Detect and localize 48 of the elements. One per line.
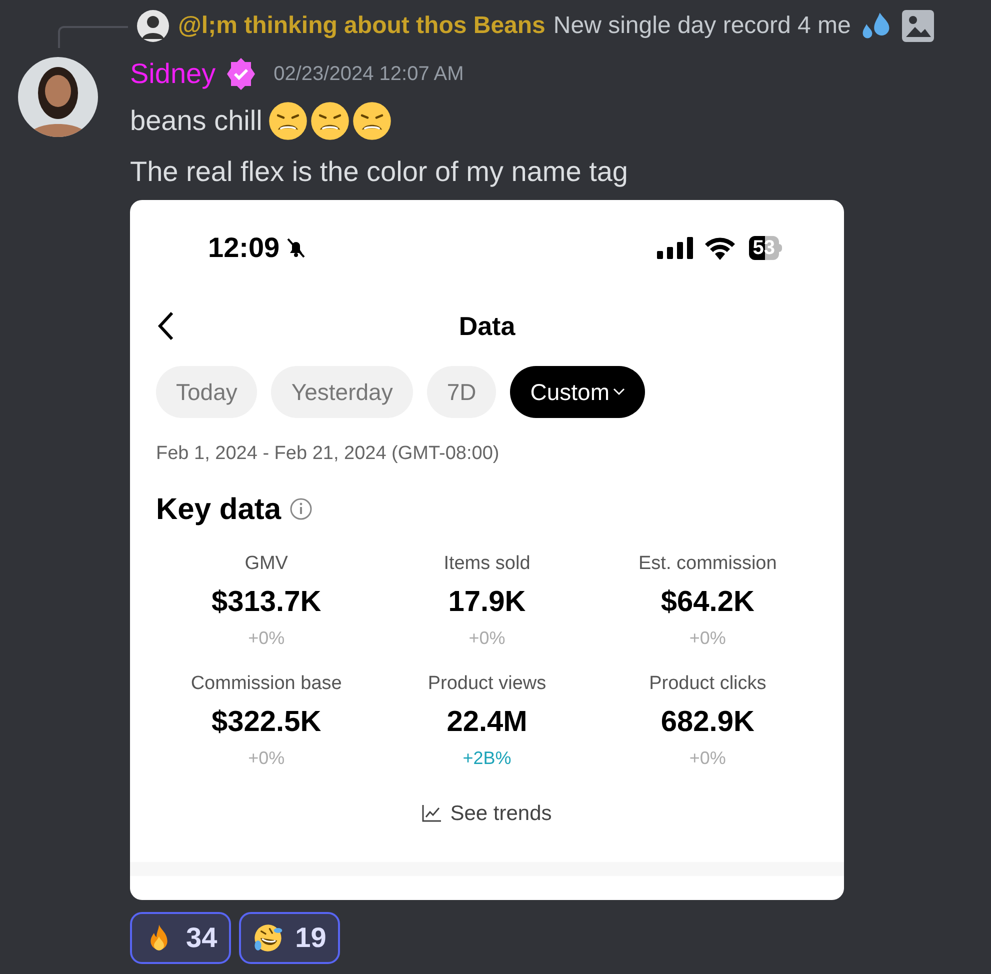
weary-face-emoji-icon [310,101,350,141]
metric-label: Product clicks [649,672,766,696]
metric-change: +0% [248,626,285,650]
metric-label: Commission base [190,672,342,696]
metric-change: +0% [468,626,506,650]
metric-value: 22.4M [446,704,528,740]
metric-value: $64.2K [660,584,754,620]
reply-author[interactable]: @l;m thinking about thos Beans [178,8,546,44]
avatar-icon [136,9,170,43]
reply-connector [58,26,128,48]
metric-value: 17.9K [448,584,526,620]
message-text: The real flex is the color of my name tag [130,155,629,189]
see-trends-link[interactable]: See trends [422,798,552,829]
reaction-button[interactable]: 19 [239,912,340,964]
timestamp: 02/23/2024 12:07 AM [274,62,464,87]
page-title: Data [458,310,516,342]
metric-change: +2B% [462,746,512,770]
date-tab[interactable]: Today [156,366,258,418]
info-icon [289,497,314,521]
wifi-icon [702,236,737,260]
back-icon[interactable] [156,311,176,341]
date-tab[interactable]: Yesterday [271,366,413,418]
metric-value: $313.7K [212,584,322,620]
metric-label: Items sold [444,552,530,576]
line-chart-icon [422,804,442,822]
metric-value: 682.9K [660,704,754,740]
date-tab[interactable]: 7D [426,366,496,418]
signal-icon [656,237,695,259]
date-tab[interactable]: Custom [510,366,646,418]
message-text: beans chill [130,104,262,138]
metric-value: $322.5K [212,704,322,740]
username[interactable]: Sidney [130,53,216,95]
laughing-tears-emoji-icon [253,923,284,953]
reply-text: New single day record 4 me [553,11,851,41]
metric-label: Est. commission [638,552,777,576]
reaction-button[interactable]: 34 [130,912,232,964]
image-icon [900,9,935,43]
metric-change: +0% [248,746,285,770]
chevron-down-icon [613,388,626,396]
section-title: Key data [156,492,282,528]
metric-label: GMV [244,552,288,576]
metric-label: Product views [428,672,546,696]
metric-change: +0% [689,626,726,650]
weary-face-emoji-icon [352,101,392,141]
weary-face-emoji-icon [268,101,308,141]
metric-change: +0% [689,746,726,770]
date-range: Feb 1, 2024 - Feb 21, 2024 (GMT-08:00) [156,442,500,466]
status-time: 12:09 [208,231,280,265]
